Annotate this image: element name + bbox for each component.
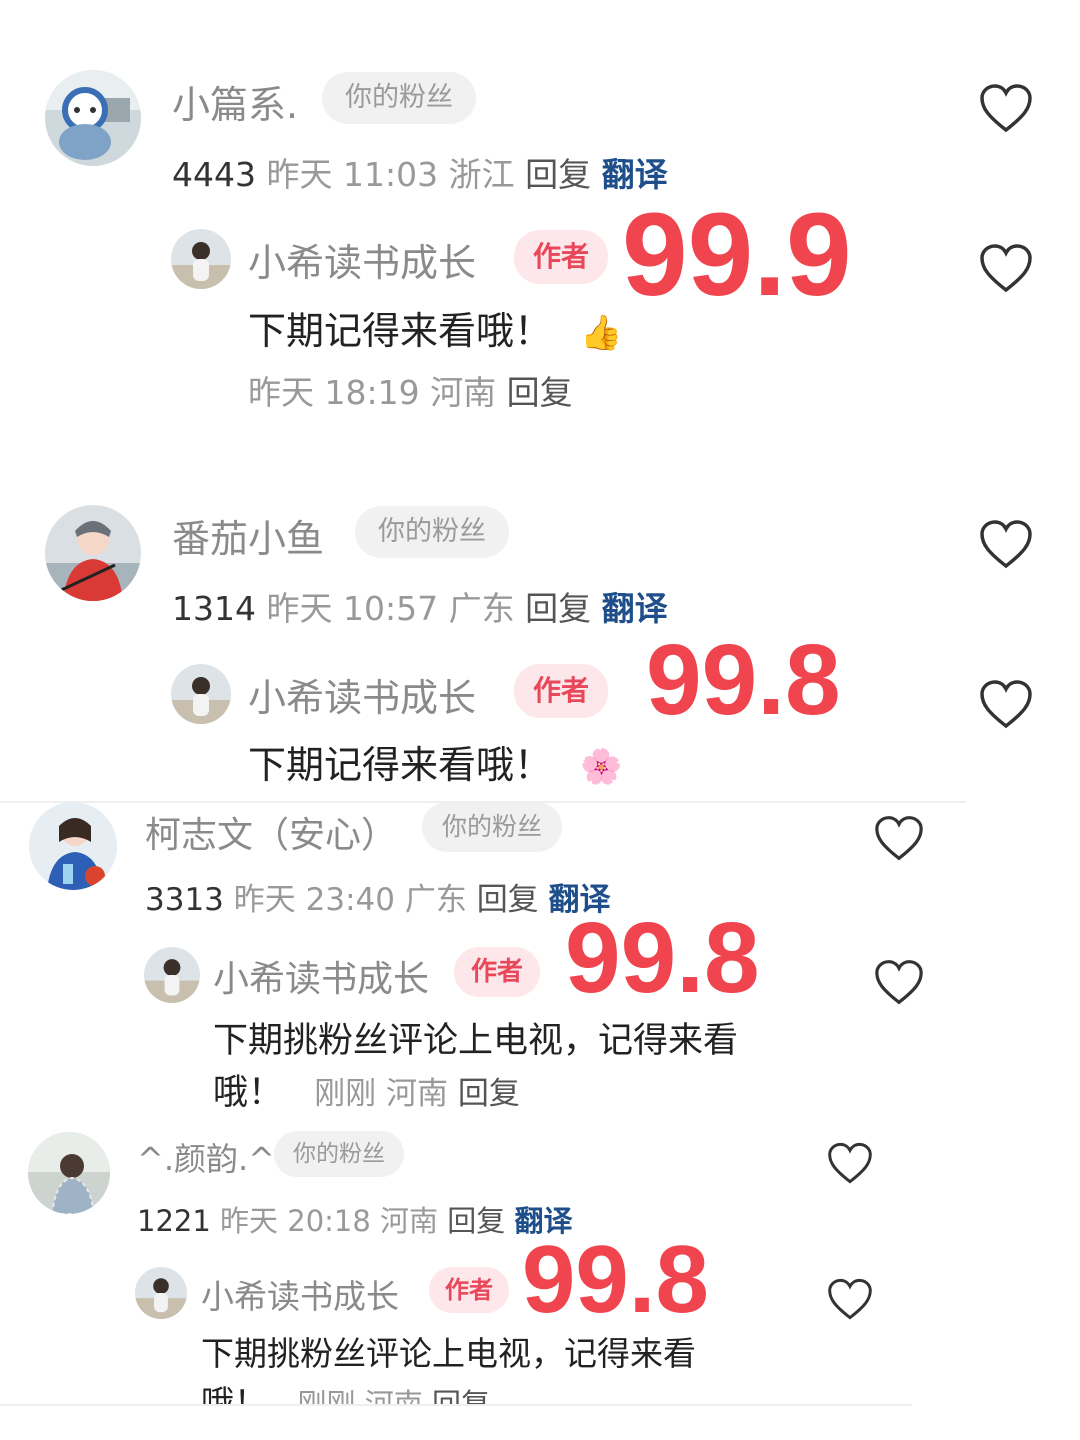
comment-time: 昨天 23:40 [233, 882, 395, 918]
fan-badge: 你的粉丝 [422, 802, 562, 852]
score-annotation: 99.9 [622, 189, 852, 321]
comment-location: 河南 [380, 1204, 439, 1238]
author-badge: 作者 [454, 947, 540, 997]
reply-button[interactable]: 回复 [525, 589, 591, 628]
reply-text-line1: 下期挑粉丝评论上电视，记得来看 [201, 1334, 696, 1373]
like-heart-icon[interactable] [873, 958, 925, 1006]
like-heart-icon[interactable] [978, 518, 1034, 570]
reply-button[interactable]: 回复 [458, 1076, 520, 1112]
comment-time: 昨天 10:57 [266, 589, 439, 628]
user-name[interactable]: 番茄小鱼 [172, 508, 324, 563]
score-annotation: 99.8 [646, 624, 841, 736]
user-name[interactable]: ^.颜韵.^ [137, 1134, 275, 1180]
reply-body: 下期记得来看哦！ [248, 309, 553, 353]
reply-text-line1: 下期挑粉丝评论上电视，记得来看 [213, 1021, 739, 1061]
fan-badge: 你的粉丝 [274, 1131, 404, 1177]
user-avatar[interactable] [45, 70, 141, 166]
comment-location: 广东 [404, 882, 467, 918]
reply-meta: 昨天 18:19 河南 回复 [248, 366, 573, 414]
reply-location: 河南 [430, 373, 497, 412]
reply-body: 下期记得来看哦！ [248, 743, 553, 787]
bottom-divider [0, 1404, 912, 1406]
author-badge: 作者 [429, 1267, 509, 1313]
author-name[interactable]: 小希读书成长 [248, 232, 476, 287]
like-heart-icon[interactable] [978, 678, 1034, 730]
reply-button[interactable]: 回复 [507, 373, 573, 412]
like-heart-icon[interactable] [978, 242, 1034, 294]
thumbs-up-icon: 👍 [580, 313, 623, 353]
author-name[interactable]: 小希读书成长 [248, 667, 476, 722]
like-heart-icon[interactable] [978, 82, 1034, 134]
author-name[interactable]: 小希读书成长 [201, 1270, 399, 1318]
reply-button[interactable]: 回复 [447, 1204, 505, 1238]
comment-time: 昨天 20:18 [220, 1204, 371, 1238]
comment-location: 浙江 [448, 155, 515, 194]
author-name[interactable]: 小希读书成长 [213, 950, 429, 1002]
author-avatar[interactable] [171, 229, 231, 289]
author-avatar[interactable] [144, 947, 200, 1003]
like-heart-icon[interactable] [873, 814, 925, 862]
comment-meta: 1314 昨天 10:57 广东 回复 翻译 [172, 582, 668, 630]
user-name[interactable]: 小篇系. [172, 74, 298, 129]
reply-text: 下期记得来看哦！ 👍 [248, 300, 622, 355]
fan-badge: 你的粉丝 [322, 72, 476, 124]
comment-time: 昨天 11:03 [266, 155, 439, 194]
user-avatar[interactable] [29, 802, 117, 890]
reply-text: 下期记得来看哦！ 🌸 [248, 734, 622, 789]
reply-text-line2: 哦！ 刚刚 河南 回复 [213, 1064, 520, 1115]
user-avatar[interactable] [28, 1132, 110, 1214]
like-count: 1221 [137, 1204, 211, 1238]
author-badge: 作者 [514, 664, 608, 718]
author-badge: 作者 [514, 230, 608, 284]
comment-meta: 3313 昨天 23:40 广东 回复 翻译 [145, 874, 611, 919]
reply-time: 刚刚 [314, 1076, 377, 1112]
score-annotation: 99.8 [522, 1226, 709, 1333]
reply-body-end: 哦！ [213, 1073, 284, 1113]
comment-location: 广东 [448, 589, 515, 628]
cherry-blossom-icon: 🌸 [580, 747, 623, 787]
reply-button[interactable]: 回复 [525, 155, 591, 194]
score-annotation: 99.8 [565, 902, 760, 1014]
reply-button[interactable]: 回复 [477, 882, 539, 918]
author-avatar[interactable] [135, 1267, 187, 1319]
bottom-edge [0, 1405, 1080, 1440]
like-heart-icon[interactable] [826, 1141, 874, 1185]
comment-meta: 4443 昨天 11:03 浙江 回复 翻译 [172, 148, 668, 196]
reply-time: 昨天 18:19 [248, 373, 420, 412]
reply-location: 河南 [386, 1076, 449, 1112]
comment-meta: 1221 昨天 20:18 河南 回复 翻译 [137, 1198, 573, 1240]
like-heart-icon[interactable] [826, 1277, 874, 1321]
reply-meta: 刚刚 河南 回复 [314, 1076, 520, 1112]
translate-button[interactable]: 翻译 [602, 589, 668, 628]
like-count: 3313 [145, 882, 224, 918]
like-count: 4443 [172, 155, 256, 194]
user-name[interactable]: 柯志文（安心） [145, 806, 397, 858]
user-avatar[interactable] [45, 505, 141, 601]
fan-badge: 你的粉丝 [355, 506, 509, 558]
like-count: 1314 [172, 589, 256, 628]
author-avatar[interactable] [171, 664, 231, 724]
